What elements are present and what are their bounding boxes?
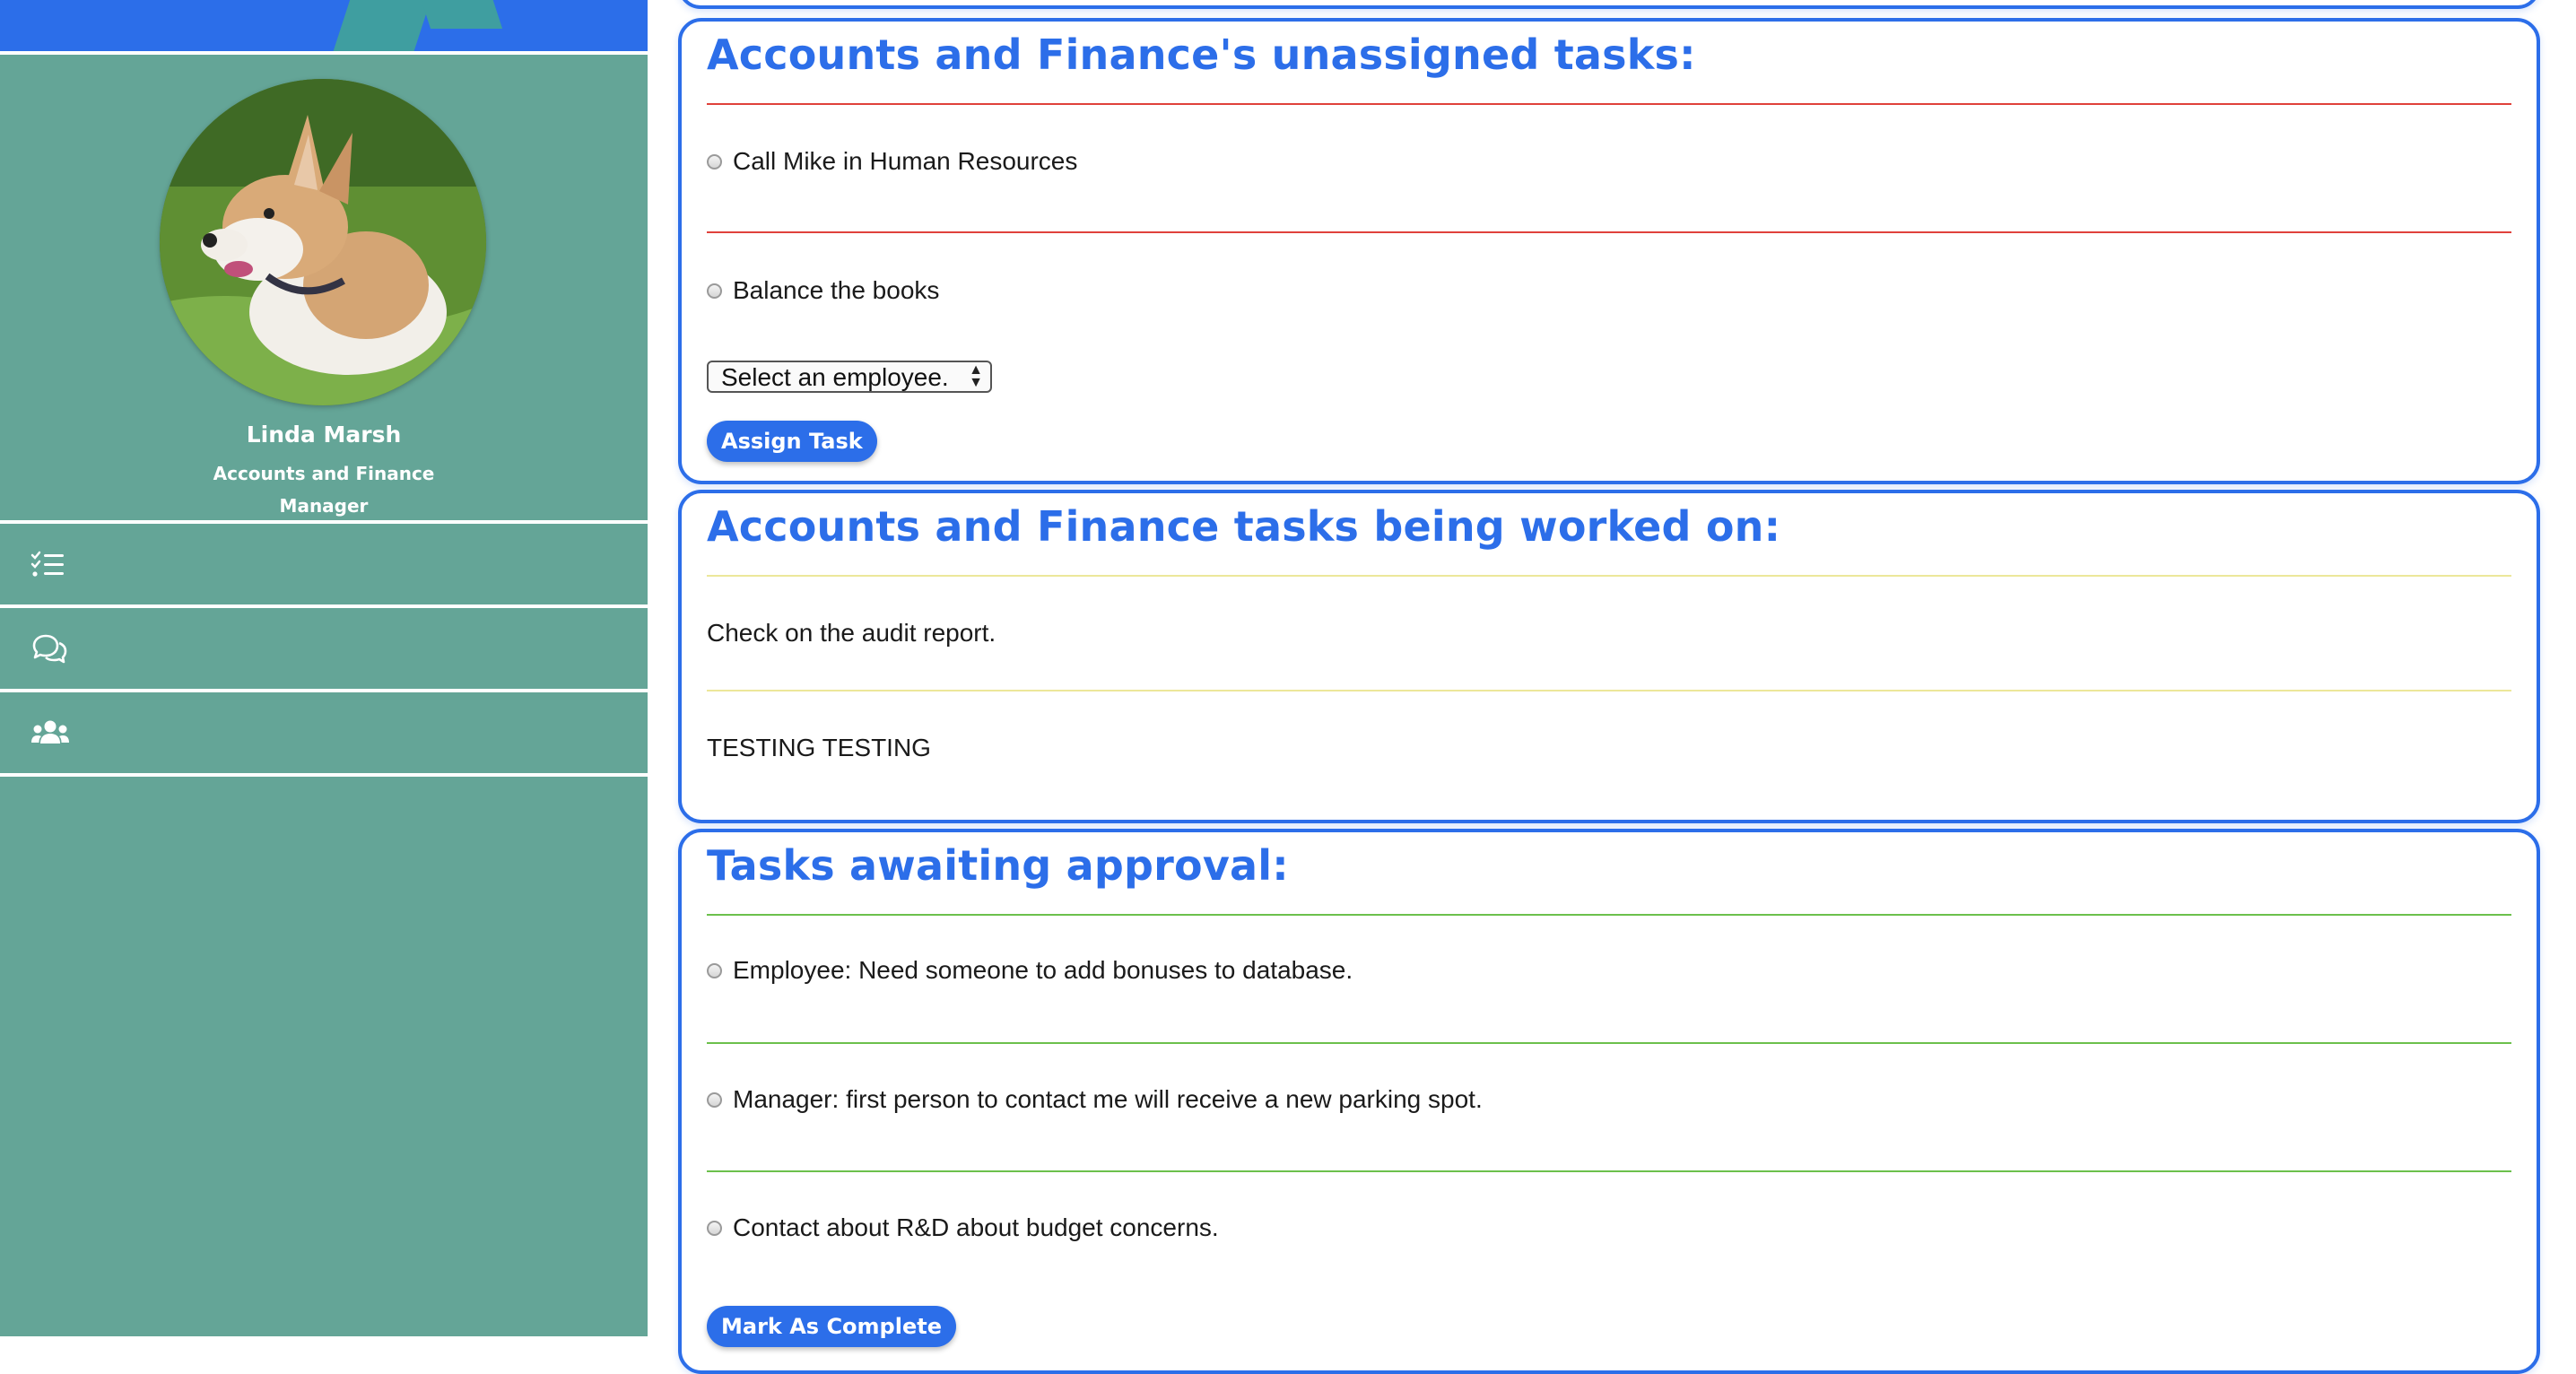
- profile-department: Accounts and Finance: [213, 463, 435, 484]
- divider: [707, 1170, 2511, 1172]
- radio-button[interactable]: [707, 962, 722, 978]
- divider: [707, 231, 2511, 233]
- users-icon: [31, 720, 69, 744]
- card-title: Accounts and Finance tasks being worked …: [707, 502, 1781, 551]
- profile-name: Linda Marsh: [246, 422, 402, 448]
- task-label: Contact about R&D about budget concerns.: [733, 1213, 1219, 1241]
- banner-decoration: [412, 0, 503, 29]
- task-label: Balance the books: [733, 276, 940, 304]
- sidebar-banner: [0, 0, 648, 51]
- task-label: Manager: first person to contact me will…: [733, 1085, 1483, 1113]
- nav-item-tasks[interactable]: [0, 524, 648, 604]
- banner-decoration: [329, 0, 437, 51]
- tasks-icon: [30, 551, 64, 577]
- task-radio-item[interactable]: Manager: first person to contact me will…: [707, 1085, 1483, 1114]
- divider: [0, 773, 648, 777]
- task-radio-item[interactable]: Balance the books: [707, 276, 939, 305]
- approval-tasks-card: Tasks awaiting approval: Employee: Need …: [678, 829, 2540, 1374]
- select-value: Select an employee.: [721, 363, 949, 391]
- previous-card: [678, 0, 2540, 9]
- radio-button[interactable]: [707, 1220, 722, 1236]
- radio-button[interactable]: [707, 153, 722, 170]
- divider: [707, 1042, 2511, 1044]
- radio-button[interactable]: [707, 1091, 722, 1108]
- in-progress-tasks-card: Accounts and Finance tasks being worked …: [678, 490, 2540, 823]
- radio-button[interactable]: [707, 283, 722, 299]
- dog-photo: [160, 79, 486, 405]
- task-label: Employee: Need someone to add bonuses to…: [733, 956, 1353, 984]
- divider: [0, 51, 648, 55]
- profile-role: Accounts and Finance Manager: [0, 457, 648, 522]
- main-content: Accounts and Finance's unassigned tasks:…: [648, 0, 2576, 1374]
- card-title: Accounts and Finance's unassigned tasks:: [707, 30, 1696, 79]
- divider: [707, 575, 2511, 577]
- task-label: Call Mike in Human Resources: [733, 147, 1078, 175]
- task-radio-item[interactable]: Call Mike in Human Resources: [707, 147, 1077, 176]
- sidebar: Linda Marsh Accounts and Finance Manager: [0, 0, 648, 1336]
- card-title: Tasks awaiting approval:: [707, 841, 1289, 890]
- nav-item-team[interactable]: [0, 692, 648, 773]
- unassigned-tasks-card: Accounts and Finance's unassigned tasks:…: [678, 18, 2540, 484]
- employee-select[interactable]: Select an employee. ▲ ▼: [707, 361, 992, 393]
- task-radio-item[interactable]: Contact about R&D about budget concerns.: [707, 1213, 1219, 1242]
- mark-complete-button[interactable]: Mark As Complete: [707, 1306, 956, 1347]
- divider: [707, 103, 2511, 105]
- divider: [707, 690, 2511, 691]
- avatar: [160, 79, 486, 405]
- nav-item-messages[interactable]: [0, 608, 648, 689]
- assign-task-button[interactable]: Assign Task: [707, 421, 877, 462]
- select-arrows-icon: ▲ ▼: [969, 362, 983, 390]
- chat-icon: [32, 634, 67, 664]
- profile-title: Manager: [279, 495, 369, 517]
- task-text: TESTING TESTING: [707, 734, 931, 761]
- divider: [707, 914, 2511, 916]
- task-radio-item[interactable]: Employee: Need someone to add bonuses to…: [707, 956, 1353, 985]
- task-text: Check on the audit report.: [707, 619, 996, 647]
